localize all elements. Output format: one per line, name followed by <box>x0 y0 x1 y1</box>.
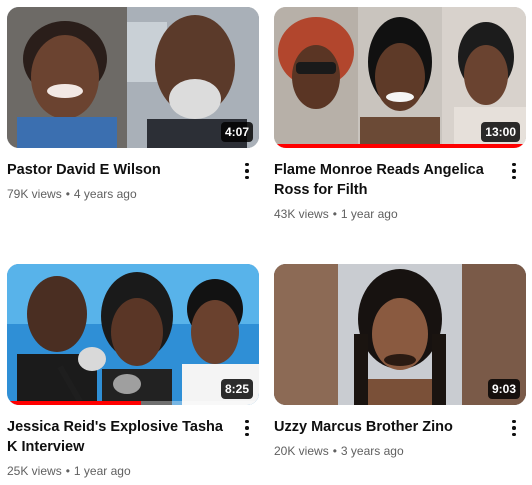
video-stats: 79K views • 4 years ago <box>7 186 229 202</box>
three-dots-vertical-icon <box>512 162 516 167</box>
video-thumbnail[interactable]: 4:07 <box>7 7 259 148</box>
view-count: 20K views <box>274 444 329 458</box>
video-stats: 20K views • 3 years ago <box>274 443 496 459</box>
three-dots-vertical-icon <box>245 162 249 167</box>
watch-progress-bar <box>274 144 526 148</box>
video-card[interactable]: 9:03 Uzzy Marcus Brother Zino 20K views •… <box>274 264 526 459</box>
more-actions-button[interactable] <box>237 416 257 440</box>
video-duration-badge: 8:25 <box>220 379 253 399</box>
upload-age: 1 year ago <box>340 207 398 221</box>
video-duration-badge: 13:00 <box>481 122 520 142</box>
watch-progress-fill <box>274 144 526 148</box>
view-count: 79K views <box>7 187 62 201</box>
video-card[interactable]: 13:00 Flame Monroe Reads Angelica Ross f… <box>274 7 526 222</box>
video-stats: 25K views • 1 year ago <box>7 463 229 479</box>
menu-dot <box>245 432 249 437</box>
separator-dot: • <box>65 464 70 478</box>
upload-age: 1 year ago <box>73 464 131 478</box>
menu-dot <box>245 169 249 173</box>
upload-age: 4 years ago <box>73 187 137 201</box>
more-actions-button[interactable] <box>237 159 257 183</box>
separator-dot: • <box>332 444 337 458</box>
video-thumbnail[interactable]: 9:03 <box>274 264 526 405</box>
upload-age: 3 years ago <box>340 444 404 458</box>
three-dots-vertical-icon <box>245 419 249 424</box>
menu-dot <box>245 175 249 180</box>
menu-dot <box>512 432 516 437</box>
watch-progress-fill <box>7 401 141 405</box>
video-stats: 43K views • 1 year ago <box>274 206 496 222</box>
menu-dot <box>512 175 516 180</box>
menu-dot <box>512 426 516 430</box>
video-title[interactable]: Flame Monroe Reads Angelica Ross for Fil… <box>274 160 496 200</box>
more-actions-button[interactable] <box>504 159 524 183</box>
watch-progress-bar <box>7 401 259 405</box>
video-title[interactable]: Pastor David E Wilson <box>7 160 229 180</box>
video-thumbnail[interactable]: 8:25 <box>7 264 259 405</box>
menu-dot <box>512 169 516 173</box>
video-title[interactable]: Uzzy Marcus Brother Zino <box>274 417 496 437</box>
video-title[interactable]: Jessica Reid's Explosive Tasha K Intervi… <box>7 417 229 457</box>
separator-dot: • <box>332 207 337 221</box>
video-thumbnail[interactable]: 13:00 <box>274 7 526 148</box>
video-duration-badge: 4:07 <box>220 122 253 142</box>
three-dots-vertical-icon <box>512 419 516 424</box>
more-actions-button[interactable] <box>504 416 524 440</box>
separator-dot: • <box>65 187 70 201</box>
view-count: 43K views <box>274 207 329 221</box>
video-card[interactable]: 8:25 Jessica Reid's Explosive Tasha K In… <box>7 264 259 479</box>
video-card[interactable]: 4:07 Pastor David E Wilson 79K views • 4 y… <box>7 7 259 202</box>
menu-dot <box>245 426 249 430</box>
video-duration-badge: 9:03 <box>487 379 520 399</box>
view-count: 25K views <box>7 464 62 478</box>
